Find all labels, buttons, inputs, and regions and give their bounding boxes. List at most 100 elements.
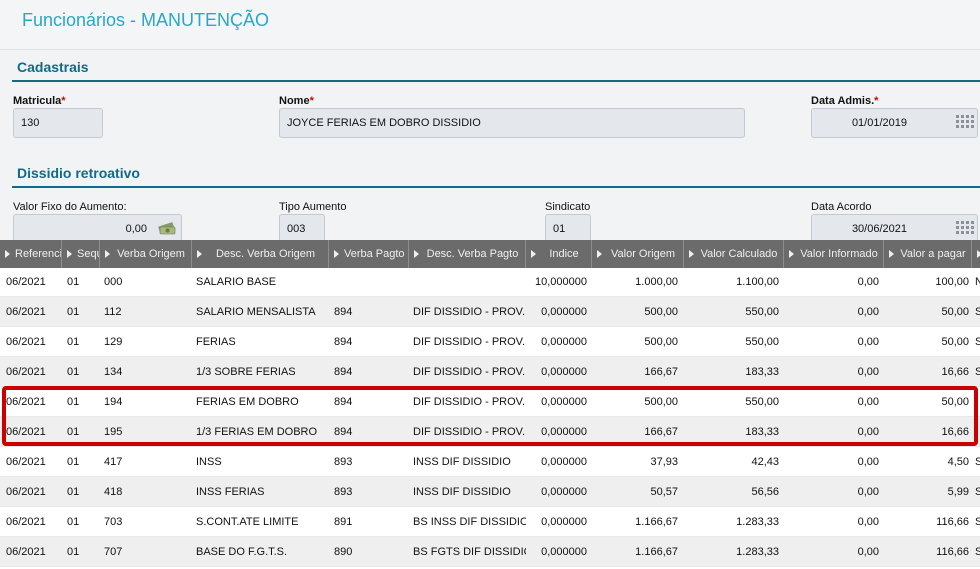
cell-desc-verba-origem: FERIAS	[196, 336, 236, 348]
column-header-valor-informado[interactable]: Valor Informado	[784, 240, 884, 268]
table-row[interactable]: 06/2021 01 000 SALARIO BASE 10,000000 1.000,0…	[0, 267, 980, 297]
column-header-label: Sequencia	[77, 248, 99, 260]
cell-desc-verba-origem: INSS FERIAS	[196, 486, 265, 498]
money-icon[interactable]	[157, 221, 177, 236]
cell-valor-informado: 0,00	[857, 306, 879, 318]
column-header-nao[interactable]: Nao	[972, 240, 980, 268]
table-row[interactable]: 06/2021 01 418 INSS FERIAS 893 INSS DIF DISSI…	[0, 477, 980, 507]
grid-header: Referencia Sequencia Verba Origem Desc. Ver…	[0, 240, 980, 268]
sort-arrow-icon[interactable]	[789, 250, 794, 258]
table-row[interactable]: 06/2021 01 112 SALARIO MENSALISTA 894 DIF DIS…	[0, 297, 980, 327]
cell-indice: 10,000000	[535, 276, 587, 288]
cell-indice: 0,000000	[541, 546, 587, 558]
cell-valor-a-pagar: 116,66	[936, 516, 969, 528]
cell-sequencia: 01	[67, 486, 80, 498]
cell-valor-informado: 0,00	[857, 546, 879, 558]
column-header-valor-a-pagar[interactable]: Valor a pagar	[884, 240, 972, 268]
table-row[interactable]: 06/2021 01 417 INSS 893 INSS DIF DISSIDIO 0,00…	[0, 447, 980, 477]
cell-valor-origem: 1.166,67	[635, 546, 678, 558]
cell-verba-pagto: 893	[334, 486, 353, 498]
column-header-indice[interactable]: Indice	[526, 240, 592, 268]
cell-valor-calculado: 1.283,33	[736, 546, 779, 558]
sort-arrow-icon[interactable]	[889, 250, 894, 258]
cell-valor-origem: 1.166,67	[635, 516, 678, 528]
cell-valor-calculado: 183,33	[745, 366, 779, 378]
sort-arrow-icon[interactable]	[531, 250, 536, 258]
cell-nao: S	[975, 456, 980, 468]
cell-sequencia: 01	[67, 516, 80, 528]
cell-nao: S	[975, 306, 980, 318]
cell-valor-origem: 1.000,00	[635, 276, 678, 288]
cell-verba-pagto	[329, 267, 409, 297]
cell-valor-informado: 0,00	[857, 276, 879, 288]
column-header-desc-verba-pagto[interactable]: Desc. Verba Pagto	[409, 240, 526, 268]
data-acordo-value: 30/06/2021	[851, 223, 907, 235]
column-header-label: Valor Informado	[800, 248, 878, 260]
valor-fixo-label: Valor Fixo do Aumento:	[13, 201, 127, 213]
section-title-dissidio: Dissidio retroativo	[17, 165, 140, 181]
cell-desc-verba-origem: 1/3 SOBRE FERIAS	[196, 366, 296, 378]
cell-valor-calculado: 1.100,00	[736, 276, 779, 288]
data-admis-field[interactable]: 01/01/2019	[811, 108, 978, 138]
column-header-label: Desc. Verba Pagto	[426, 248, 519, 260]
sort-arrow-icon[interactable]	[334, 250, 339, 258]
cell-nao: S	[975, 516, 980, 528]
cell-valor-origem: 500,00	[644, 336, 678, 348]
data-admis-value: 01/01/2019	[851, 117, 907, 129]
matricula-field[interactable]: 130	[13, 108, 103, 138]
table-row[interactable]: 06/2021 01 703 S.CONT.ATE LIMITE 891 BS INSS …	[0, 507, 980, 537]
cell-referencia: 06/2021	[6, 516, 46, 528]
cell-referencia: 06/2021	[6, 486, 46, 498]
cell-verba-origem: 112	[104, 306, 122, 318]
cell-verba-origem: 707	[104, 546, 123, 558]
sort-arrow-icon[interactable]	[414, 250, 419, 258]
nome-label: Nome*	[279, 95, 314, 107]
calendar-icon[interactable]	[956, 115, 974, 130]
cell-verba-origem: 418	[104, 486, 123, 498]
cell-sequencia: 01	[67, 366, 80, 378]
cell-valor-origem: 166,67	[644, 366, 678, 378]
column-header-valor-calculado[interactable]: Valor Calculado	[684, 240, 784, 268]
cell-desc-verba-pagto: BS FGTS DIF DISSIDIO	[413, 546, 526, 558]
column-header-valor-origem[interactable]: Valor Origem	[592, 240, 684, 268]
table-row[interactable]: 06/2021 01 129 FERIAS 894 DIF DISSIDIO - PROV…	[0, 327, 980, 357]
cell-desc-verba-pagto: DIF DISSIDIO - PROV.	[413, 336, 526, 348]
sort-arrow-icon[interactable]	[105, 250, 110, 258]
cell-verba-pagto: 894	[334, 336, 353, 348]
cell-desc-verba-origem: INSS	[196, 456, 222, 468]
sort-arrow-icon[interactable]	[197, 250, 202, 258]
column-header-label: Valor a pagar	[900, 248, 966, 260]
cell-valor-a-pagar: 116,66	[936, 546, 969, 558]
sort-arrow-icon[interactable]	[689, 250, 694, 258]
cell-referencia: 06/2021	[6, 336, 46, 348]
cell-desc-verba-pagto: INSS DIF DISSIDIO	[413, 456, 511, 468]
cell-nao: S	[975, 486, 980, 498]
cell-valor-informado: 0,00	[857, 336, 879, 348]
table-row[interactable]: 06/2021 01 134 1/3 SOBRE FERIAS 894 DIF DISSI…	[0, 357, 980, 387]
cell-valor-calculado: 550,00	[745, 306, 779, 318]
sort-arrow-icon[interactable]	[67, 250, 72, 258]
nome-field[interactable]: JOYCE FERIAS EM DOBRO DISSIDIO	[279, 108, 745, 138]
cell-valor-origem: 50,57	[650, 486, 678, 498]
valor-fixo-value: 0,00	[125, 223, 147, 235]
cell-desc-verba-origem: SALARIO BASE	[196, 276, 277, 288]
cell-valor-informado: 0,00	[857, 456, 879, 468]
column-header-label: Verba Origem	[117, 248, 185, 260]
cell-valor-calculado: 550,00	[745, 336, 779, 348]
column-header-verba-pagto[interactable]: Verba Pagto	[329, 240, 409, 268]
column-header-desc-verba-origem[interactable]: Desc. Verba Origem	[192, 240, 329, 268]
column-header-label: Valor Calculado	[700, 248, 778, 260]
column-header-sequencia[interactable]: Sequencia	[62, 240, 100, 268]
sort-arrow-icon[interactable]	[5, 250, 10, 258]
cell-valor-a-pagar: 50,00	[941, 336, 969, 348]
column-header-verba-origem[interactable]: Verba Origem	[100, 240, 192, 268]
column-header-label: Valor Origem	[611, 248, 675, 260]
cell-nao: S	[975, 336, 980, 348]
sort-arrow-icon[interactable]	[597, 250, 602, 258]
table-row[interactable]: 06/2021 01 707 BASE DO F.G.T.S. 890 BS FGTS D…	[0, 537, 980, 567]
calendar-icon[interactable]	[956, 221, 974, 236]
column-header-referencia[interactable]: Referencia	[0, 240, 62, 268]
cell-nao: S	[975, 366, 980, 378]
cell-desc-verba-origem: BASE DO F.G.T.S.	[196, 546, 288, 558]
cell-desc-verba-origem: S.CONT.ATE LIMITE	[196, 516, 299, 528]
